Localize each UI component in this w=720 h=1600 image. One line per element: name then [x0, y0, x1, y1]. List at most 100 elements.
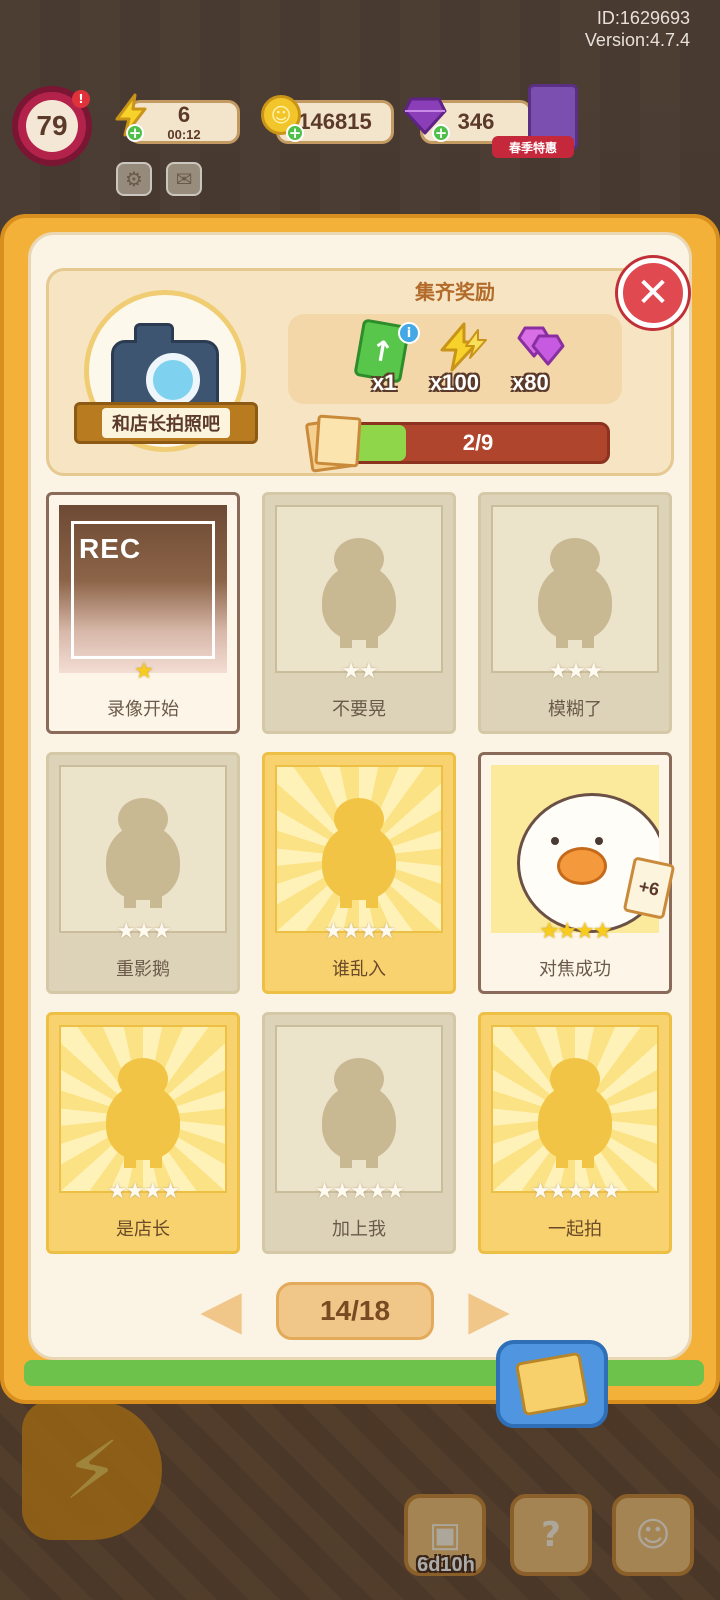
photo-card[interactable]: ★★ 不要晃	[262, 492, 456, 734]
card-stars: ★★★★★	[265, 1181, 453, 1203]
star-icon: ★	[151, 919, 172, 944]
card-stars: ★★	[265, 661, 453, 683]
page-indicator: 14/18	[276, 1282, 434, 1340]
add-gems-icon[interactable]: +	[432, 124, 450, 142]
star-icon: ★	[592, 919, 613, 944]
star-icon: ★	[107, 1179, 128, 1204]
envelope-icon	[514, 1351, 590, 1417]
mystery-silhouette-icon	[538, 538, 612, 649]
star-icon: ★	[323, 919, 344, 944]
player-id: ID:1629693	[596, 8, 690, 28]
level-value: 79	[26, 100, 78, 152]
mystery-silhouette-icon	[322, 1058, 396, 1169]
card-label: 模糊了	[548, 699, 602, 720]
reward-title: 集齐奖励	[415, 280, 495, 304]
card-label: 录像开始	[107, 699, 179, 720]
star-icon: ★	[548, 1179, 568, 1204]
star-icon: ★	[601, 1179, 622, 1204]
gem-value: 346	[457, 109, 495, 134]
card-stars: ★★★★	[49, 1181, 237, 1203]
photo-card[interactable]: ★★★ 重影鹅	[46, 752, 240, 994]
spring-sale-label[interactable]: 春季特惠	[492, 136, 574, 158]
card-photo	[275, 505, 443, 673]
card-label: 一起拍	[548, 1219, 602, 1240]
card-photo	[491, 1025, 659, 1193]
card-photo	[275, 1025, 443, 1193]
card-label: 是店长	[116, 1219, 170, 1240]
album-theme-label: 和店长拍照吧	[102, 408, 230, 438]
card-stars: ★★★	[481, 661, 669, 683]
chevron-right-icon: ▶	[468, 1278, 510, 1341]
photo-card[interactable]: ★★★ 模糊了	[478, 492, 672, 734]
star-icon: ★	[341, 659, 361, 684]
star-icon: ★	[566, 1179, 586, 1204]
alert-icon: !	[72, 90, 90, 108]
star-icon: ★	[116, 919, 136, 944]
star-icon: ★	[134, 659, 154, 684]
star-icon: ★	[566, 659, 586, 684]
card-stars: ★★★★	[265, 921, 453, 943]
info-icon[interactable]: i	[398, 322, 420, 344]
mystery-silhouette-icon	[538, 1058, 612, 1169]
add-coins-icon[interactable]: +	[286, 124, 304, 142]
star-icon: ★	[134, 919, 154, 944]
energy-value: 6	[177, 101, 191, 127]
card-label: 不要晃	[332, 699, 386, 720]
star-icon: ★	[332, 1179, 352, 1204]
star-icon: ★	[125, 1179, 145, 1204]
reward-qty-gems: x80	[512, 370, 549, 395]
mystery-silhouette-icon	[322, 798, 396, 909]
card-photo	[59, 765, 227, 933]
card-label: 对焦成功	[539, 959, 611, 980]
card-label: 重影鹅	[116, 959, 170, 980]
star-icon: ★	[341, 919, 361, 944]
star-icon: ★	[583, 659, 604, 684]
star-icon: ★	[359, 919, 379, 944]
close-button[interactable]: ✕	[618, 258, 688, 328]
card-label: 加上我	[332, 1219, 386, 1240]
rec-text: REC	[79, 533, 142, 564]
card-stars: ★★★	[49, 921, 237, 943]
photo-card[interactable]: ★★★★★ 一起拍	[478, 1012, 672, 1254]
progress-text: 2/9	[462, 430, 494, 455]
star-icon: ★	[367, 1179, 388, 1204]
mail-button[interactable]: ✉	[166, 162, 202, 196]
mail-icon: ✉	[175, 167, 193, 191]
photo-stack-icon	[304, 414, 364, 473]
photo-card[interactable]: ★★★★ 谁乱入	[262, 752, 456, 994]
settings-button[interactable]: ⚙	[116, 162, 152, 196]
album-button[interactable]	[496, 1340, 608, 1428]
mystery-silhouette-icon	[106, 798, 180, 909]
reward-qty-card: x1	[372, 370, 397, 395]
mystery-silhouette-icon	[106, 1058, 180, 1169]
chevron-left-icon: ◀	[200, 1278, 242, 1341]
card-photo	[59, 1025, 227, 1193]
close-icon: ✕	[636, 270, 670, 316]
photo-card[interactable]: REC ★ 录像开始	[46, 492, 240, 734]
gear-icon: ⚙	[125, 167, 143, 191]
star-icon: ★	[530, 1179, 551, 1204]
next-page-button[interactable]: ▶	[466, 1278, 512, 1342]
star-icon: ★	[539, 919, 560, 944]
card-stars: ★★★★	[481, 921, 669, 943]
mystery-silhouette-icon	[322, 538, 396, 649]
card-label: 谁乱入	[332, 959, 386, 980]
star-icon: ★	[385, 1179, 406, 1204]
card-photo	[491, 505, 659, 673]
album-theme-banner: 和店长拍照吧	[74, 402, 258, 444]
photo-card[interactable]: ★★★★★ 加上我	[262, 1012, 456, 1254]
photo-card[interactable]: ★★★★ 是店长	[46, 1012, 240, 1254]
star-icon: ★	[557, 919, 577, 944]
reward-qty-energy: x100	[430, 370, 479, 395]
add-energy-icon[interactable]: +	[126, 124, 144, 142]
energy-timer: 00:12	[167, 126, 201, 142]
collection-progress: 2/9	[346, 422, 610, 464]
card-photo: REC	[59, 505, 227, 673]
prev-page-button[interactable]: ◀	[198, 1278, 244, 1342]
star-icon: ★	[350, 1179, 370, 1204]
card-stars: ★★★★★	[481, 1181, 669, 1203]
star-icon: ★	[376, 919, 397, 944]
star-icon: ★	[548, 659, 568, 684]
star-icon: ★	[143, 1179, 163, 1204]
app-version: Version:4.7.4	[584, 30, 690, 50]
